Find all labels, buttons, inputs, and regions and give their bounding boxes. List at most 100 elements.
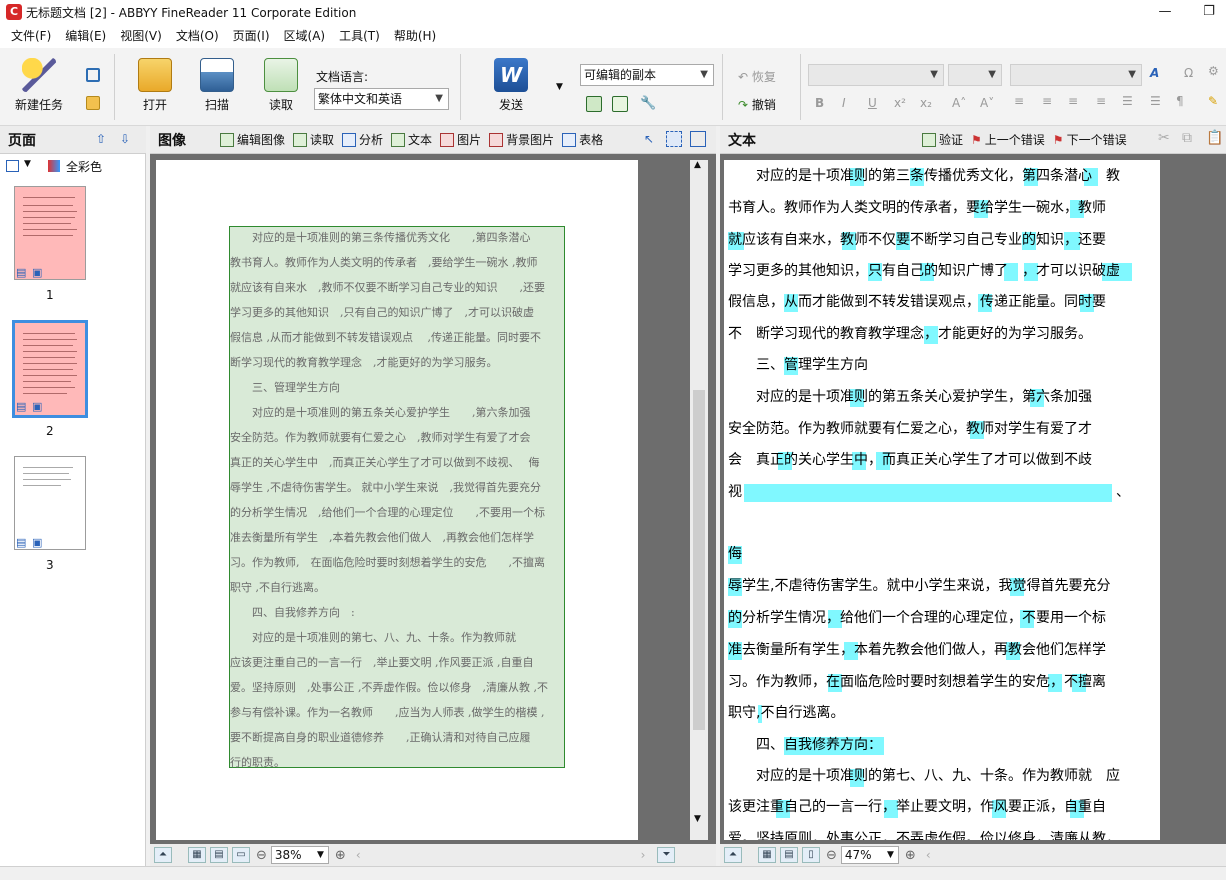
scroll-down-icon[interactable]: ▼ xyxy=(694,814,701,824)
wrench-icon[interactable]: 🔧 xyxy=(640,96,656,111)
superscript-icon[interactable]: x² xyxy=(894,96,906,110)
zoom-out-icon[interactable]: ⊖ xyxy=(826,848,837,863)
next-error-button[interactable]: ⚑ 下一个错误 xyxy=(1053,131,1127,148)
paste-icon[interactable]: 📋 xyxy=(1206,130,1223,146)
cut-icon[interactable]: ✂ xyxy=(1158,130,1170,146)
text-line: 对应的是十项准则的第三条传播优秀文化，第四条潜心 教 xyxy=(728,168,1120,184)
zoom-out-icon[interactable]: ⊖ xyxy=(256,848,267,863)
send-dropdown-icon[interactable]: ▼ xyxy=(556,82,563,92)
menu-document[interactable]: 文档(O) xyxy=(169,24,226,48)
menu-tools[interactable]: 工具(T) xyxy=(332,24,387,48)
restore-button[interactable]: ❐ xyxy=(1194,2,1224,22)
table-area-button[interactable]: 表格 xyxy=(562,131,603,148)
text-area-block[interactable]: 对应的是十项准则的第三条传播优秀文化 ,第四条潜心 教书育人。教师作为人类文明的传… xyxy=(229,226,565,769)
background-picture-button[interactable]: 背景图片 xyxy=(489,131,554,148)
read-button[interactable]: 读取 xyxy=(262,58,300,113)
scroll-left-icon[interactable]: ‹ xyxy=(356,848,361,862)
collapse-down-icon[interactable]: ⏷ xyxy=(657,847,676,863)
font-name-select[interactable]: ▼ xyxy=(808,64,944,86)
text-line: 、 xyxy=(1116,484,1130,500)
menu-help[interactable]: 帮助(H) xyxy=(387,24,443,48)
page-down-icon[interactable]: ⇩ xyxy=(120,132,130,146)
redo-button[interactable]: ↷ 撤销 xyxy=(738,96,776,113)
send-button[interactable]: W 发送 xyxy=(492,58,530,113)
chevron-down-icon[interactable]: ▼ xyxy=(24,159,31,169)
pointer-icon[interactable]: ↖ xyxy=(644,132,654,146)
align-right-icon[interactable]: ≡ xyxy=(1068,94,1078,108)
picture-area-button[interactable]: 图片 xyxy=(440,131,481,148)
align-center-icon[interactable]: ≡ xyxy=(1042,94,1052,108)
verify-button[interactable]: 验证 xyxy=(922,131,963,148)
undo-button[interactable]: ↶ 恢复 xyxy=(738,68,776,85)
menu-area[interactable]: 区域(A) xyxy=(277,24,333,48)
underline-icon[interactable]: U xyxy=(868,96,877,110)
doc-language-select[interactable]: 繁体中文和英语 ▼ xyxy=(314,88,449,110)
paragraph-icon[interactable]: ¶ xyxy=(1176,94,1184,108)
scroll-right-icon[interactable]: › xyxy=(641,848,646,862)
collapse-up-icon[interactable]: ⏶ xyxy=(724,847,742,863)
select-area-icon[interactable] xyxy=(666,131,682,147)
fit-width-icon[interactable]: ▤ xyxy=(780,847,798,863)
fit-width-icon[interactable]: ▤ xyxy=(210,847,228,863)
text-line: 爱。坚持原则，处事公正，不弄虚作假。俭以修身，清廉从教， xyxy=(728,831,1120,840)
view-mode-icon[interactable] xyxy=(6,160,19,172)
actual-size-icon[interactable]: ▯ xyxy=(802,847,820,863)
text-view-icon[interactable] xyxy=(612,96,628,112)
read-page-button[interactable]: 读取 xyxy=(293,131,334,148)
font-size-select[interactable]: ▼ xyxy=(948,64,1002,86)
folder-small-icon[interactable] xyxy=(86,96,100,110)
previous-error-button[interactable]: ⚑ 上一个错误 xyxy=(971,131,1045,148)
new-task-button[interactable]: 新建任务 xyxy=(12,58,66,113)
list-icon[interactable]: ☰ xyxy=(1150,94,1161,108)
text-area-button[interactable]: 文本 xyxy=(391,131,432,148)
page-up-icon[interactable]: ⇧ xyxy=(96,132,106,146)
analyze-button[interactable]: 分析 xyxy=(342,131,383,148)
actual-size-icon[interactable]: ▭ xyxy=(232,847,250,863)
text-page[interactable]: 对应的是十项准则的第三条传播优秀文化，第四条潜心 教书育人。教师作为人类文明的传… xyxy=(724,160,1160,840)
spell-check-icon[interactable]: ⚙ xyxy=(1208,64,1219,78)
align-left-icon[interactable]: ≡ xyxy=(1014,94,1024,108)
image-zoom-select[interactable]: 38% ▼ xyxy=(270,846,329,864)
crop-icon[interactable] xyxy=(690,131,706,147)
image-page[interactable]: 对应的是十项准则的第三条传播优秀文化 ,第四条潜心 教书育人。教师作为人类文明的传… xyxy=(156,160,638,840)
style-select[interactable]: ▼ xyxy=(1010,64,1142,86)
fit-page-icon[interactable]: ▦ xyxy=(188,847,206,863)
zoom-in-icon[interactable]: ⊕ xyxy=(905,848,916,863)
image-view-icon[interactable] xyxy=(586,96,602,112)
menu-view[interactable]: 视图(V) xyxy=(113,24,169,48)
menu-file[interactable]: 文件(F) xyxy=(4,24,58,48)
scrollbar-thumb[interactable] xyxy=(693,390,705,730)
color-mode-label[interactable]: 全彩色 xyxy=(66,158,102,175)
bottom-splitter[interactable] xyxy=(0,866,1226,880)
new-document-icon[interactable] xyxy=(86,68,100,82)
special-char-icon[interactable]: Ω xyxy=(1184,66,1193,80)
verify-label: 验证 xyxy=(939,133,964,147)
zoom-in-icon[interactable]: ⊕ xyxy=(335,848,346,863)
subscript-icon[interactable]: x₂ xyxy=(920,96,932,110)
scroll-left-icon[interactable]: ‹ xyxy=(926,848,931,862)
image-text-line: 习。作为教师, 在面临危险时要时刻想着学生的安危 ,不擅离 xyxy=(230,556,545,569)
justify-icon[interactable]: ≡ xyxy=(1096,94,1106,108)
text-zoom-select[interactable]: 47% ▼ xyxy=(840,846,899,864)
copy-icon[interactable]: ⧉ xyxy=(1182,130,1192,146)
shrink-font-icon[interactable]: A˅ xyxy=(980,96,994,110)
minimize-button[interactable]: — xyxy=(1150,2,1180,22)
scan-button[interactable]: 扫描 xyxy=(198,58,236,113)
menu-page[interactable]: 页面(I) xyxy=(226,24,277,48)
output-format-select[interactable]: 可编辑的副本 ▼ xyxy=(580,64,714,86)
menu-edit[interactable]: 编辑(E) xyxy=(58,24,113,48)
collapse-up-icon[interactable]: ⏶ xyxy=(154,847,172,863)
bold-icon[interactable]: B xyxy=(815,96,824,110)
edit-image-button[interactable]: 编辑图像 xyxy=(220,131,285,148)
grow-font-icon[interactable]: A˄ xyxy=(952,96,966,110)
chevron-down-icon: ▼ xyxy=(1128,69,1136,80)
color-mode-icon xyxy=(48,160,60,172)
italic-icon[interactable]: I xyxy=(842,96,846,110)
open-button[interactable]: 打开 xyxy=(136,58,174,113)
indent-icon[interactable]: ☰ xyxy=(1122,94,1133,108)
font-color-icon[interactable]: A xyxy=(1150,66,1159,80)
highlight-icon[interactable]: ✎ xyxy=(1208,94,1218,108)
scroll-up-icon[interactable]: ▲ xyxy=(694,160,701,170)
fit-page-icon[interactable]: ▦ xyxy=(758,847,776,863)
image-vertical-scrollbar[interactable]: ▲ ▼ xyxy=(690,160,708,840)
